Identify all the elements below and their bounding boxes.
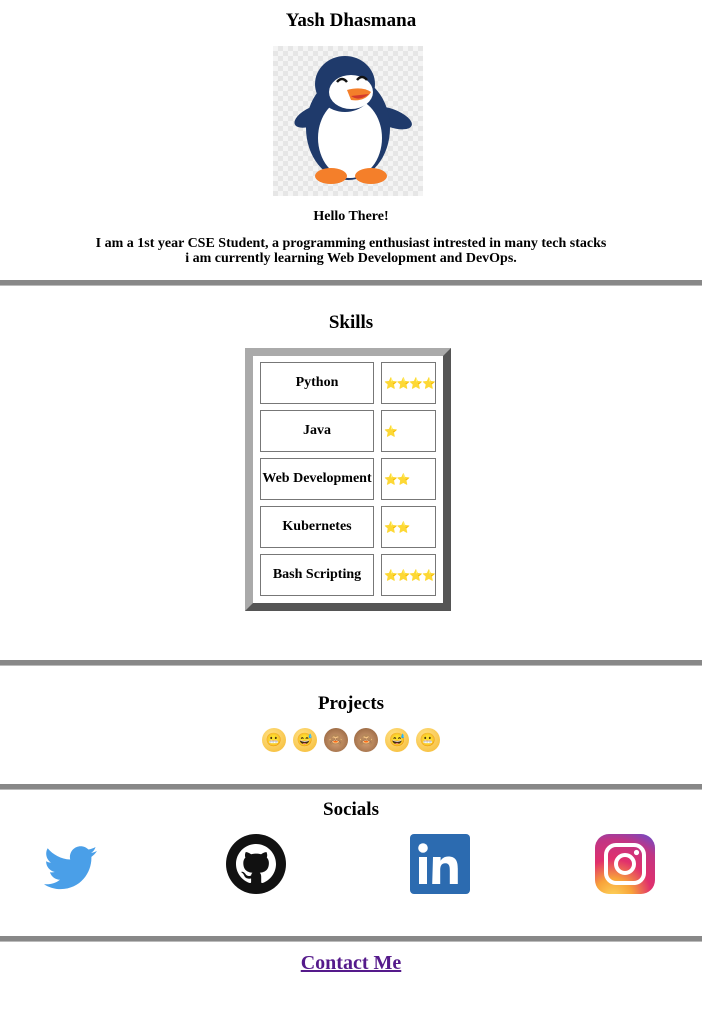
- see-no-evil-monkey-icon: 🙈: [323, 728, 348, 752]
- skill-rating: ⭐: [381, 410, 436, 452]
- penguin-icon: [294, 56, 412, 184]
- bio-line-2: i am currently learning Web Development …: [185, 251, 517, 266]
- avatar-penguin: [273, 46, 423, 196]
- bio-line-1: I am a 1st year CSE Student, a programmi…: [95, 236, 607, 251]
- skills-title: Skills: [328, 312, 374, 333]
- contact-section: Contact Me: [0, 952, 702, 975]
- skill-name: Bash Scripting: [260, 554, 374, 596]
- skill-rating: ⭐⭐: [381, 506, 436, 548]
- skill-name: Web Development: [260, 458, 374, 500]
- grimacing-emoji-icon: 😬: [262, 728, 286, 752]
- skill-name: Java: [260, 410, 374, 452]
- bio: I am a 1st year CSE Student, a programmi…: [0, 236, 702, 266]
- linkedin-icon: [410, 834, 470, 894]
- grimacing-emoji-icon: 😬: [415, 728, 440, 752]
- divider: [0, 660, 702, 666]
- see-no-evil-monkey-icon: 🙈: [354, 728, 379, 752]
- greeting: Hello There!: [313, 209, 389, 224]
- divider: [0, 936, 702, 942]
- skill-rating: ⭐⭐: [381, 458, 436, 500]
- socials-title: Socials: [323, 799, 379, 820]
- linkedin-link[interactable]: [410, 834, 470, 894]
- instagram-link[interactable]: [595, 834, 655, 894]
- profile-name: Yash Dhasmana: [285, 10, 417, 31]
- divider: [0, 280, 702, 286]
- github-link[interactable]: [226, 834, 286, 894]
- skills-table: Python ⭐⭐⭐⭐ Java ⭐ Web Development ⭐⭐ Ku…: [245, 348, 451, 611]
- twitter-icon: [44, 846, 97, 890]
- projects-emoji-row: 😬 😅 🙈 🙈 😅 😬: [262, 728, 440, 752]
- github-icon: [226, 834, 286, 894]
- sweat-smile-emoji-icon: 😅: [385, 728, 410, 752]
- projects-title: Projects: [317, 693, 385, 714]
- contact-me-link[interactable]: Contact Me: [301, 952, 402, 974]
- skill-rating: ⭐⭐⭐⭐: [381, 362, 436, 404]
- skill-rating: ⭐⭐⭐⭐: [381, 554, 436, 596]
- skill-name: Kubernetes: [260, 506, 374, 548]
- skill-name: Python: [260, 362, 374, 404]
- instagram-icon: [595, 834, 655, 894]
- twitter-link[interactable]: [41, 834, 101, 894]
- divider: [0, 784, 702, 790]
- sweat-smile-emoji-icon: 😅: [292, 728, 317, 752]
